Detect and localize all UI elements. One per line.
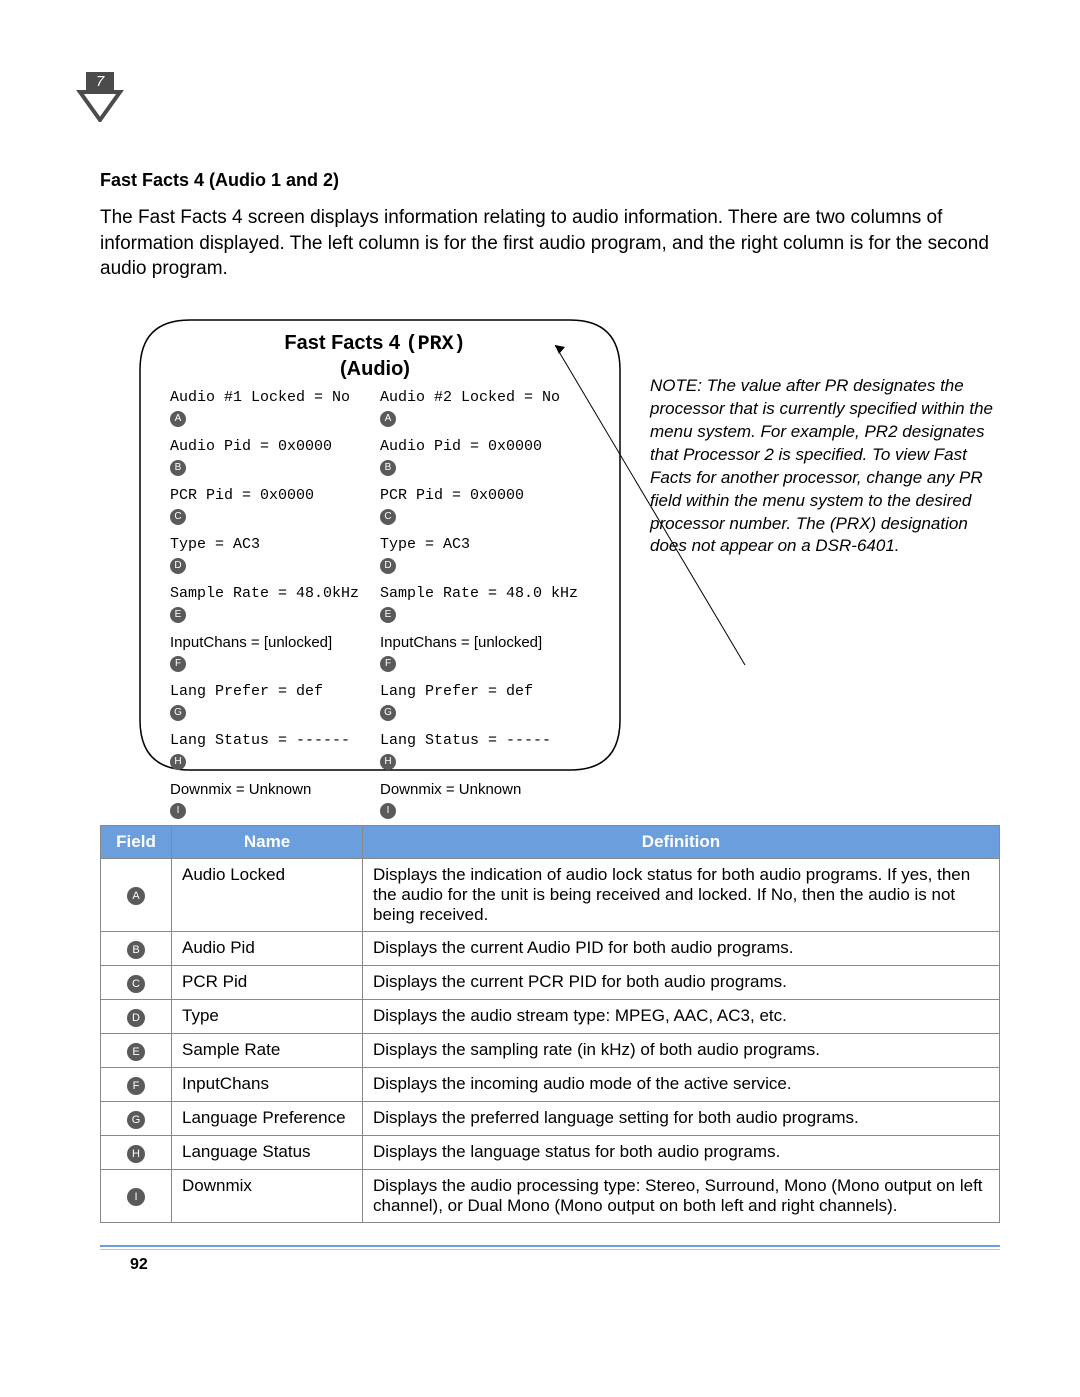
title-prefix: Fast Facts 4 [284,332,405,354]
screen-columns: Audio #1 Locked = No A Audio Pid = 0x000… [170,389,580,830]
th-def: Definition [363,825,1000,858]
row-def: Displays the current PCR PID for both au… [363,965,1000,999]
audio-column-1: Audio #1 Locked = No A Audio Pid = 0x000… [170,389,370,830]
th-name: Name [172,825,363,858]
row-name: InputChans [172,1067,363,1101]
marker-g: G [170,705,186,721]
audio1-downmix: Downmix = Unknown [170,781,370,798]
audio2-langpref: Lang Prefer = def [380,683,580,700]
screen-inner: Fast Facts 4 (PRX) (Audio) Audio #1 Lock… [170,332,580,750]
table-row: B Audio Pid Displays the current Audio P… [101,931,1000,965]
cell-marker: A [127,887,145,905]
row-name: Audio Locked [172,858,363,931]
screen-figure: Fast Facts 4 (PRX) (Audio) Audio #1 Lock… [130,310,620,780]
row-def: Displays the audio processing type: Ster… [363,1169,1000,1222]
marker-g2: G [380,705,396,721]
audio2-pid: Audio Pid = 0x0000 [380,438,580,455]
audio2-langstat: Lang Status = ----- [380,732,580,749]
section-title: Fast Facts 4 (Audio 1 and 2) [100,170,1000,191]
row-def: Displays the incoming audio mode of the … [363,1067,1000,1101]
page-number: 92 [130,1256,1000,1274]
table-row: F InputChans Displays the incoming audio… [101,1067,1000,1101]
cell-marker: G [127,1111,145,1129]
table-row: C PCR Pid Displays the current PCR PID f… [101,965,1000,999]
audio2-input: InputChans = [unlocked] [380,634,580,651]
marker-d: D [170,558,186,574]
audio1-langstat: Lang Status = ------ [170,732,370,749]
audio-column-2: Audio #2 Locked = No A Audio Pid = 0x000… [380,389,580,830]
cell-marker: E [127,1043,145,1061]
marker-c: C [170,509,186,525]
marker-a: A [170,411,186,427]
table-row: I Downmix Displays the audio processing … [101,1169,1000,1222]
footer-rule [100,1245,1000,1250]
chapter-badge: 7 [75,72,125,122]
row-name: Language Preference [172,1101,363,1135]
title-prx: (PRX) [406,333,466,356]
fast-facts-title: Fast Facts 4 (PRX) [170,332,580,356]
audio2-locked: Audio #2 Locked = No [380,389,580,406]
th-field: Field [101,825,172,858]
row-name: Language Status [172,1135,363,1169]
table-row: E Sample Rate Displays the sampling rate… [101,1033,1000,1067]
marker-b2: B [380,460,396,476]
audio1-pid: Audio Pid = 0x0000 [170,438,370,455]
figure-wrap: Fast Facts 4 (PRX) (Audio) Audio #1 Lock… [100,310,1000,780]
marker-i2: I [380,803,396,819]
cell-marker: I [127,1188,145,1206]
row-def: Displays the sampling rate (in kHz) of b… [363,1033,1000,1067]
audio1-langpref: Lang Prefer = def [170,683,370,700]
row-def: Displays the current Audio PID for both … [363,931,1000,965]
row-name: Type [172,999,363,1033]
marker-e2: E [380,607,396,623]
row-def: Displays the preferred language setting … [363,1101,1000,1135]
prx-note: NOTE: The value after PR designates the … [650,310,1000,559]
table-row: A Audio Locked Displays the indication o… [101,858,1000,931]
row-def: Displays the language status for both au… [363,1135,1000,1169]
marker-f: F [170,656,186,672]
audio1-input: InputChans = [unlocked] [170,634,370,651]
marker-e: E [170,607,186,623]
page: 7 Fast Facts 4 (Audio 1 and 2) The Fast … [0,0,1080,1397]
marker-f2: F [380,656,396,672]
cell-marker: D [127,1009,145,1027]
table-row: G Language Preference Displays the prefe… [101,1101,1000,1135]
audio1-type: Type = AC3 [170,536,370,553]
marker-c2: C [380,509,396,525]
chapter-number: 7 [75,72,125,98]
marker-a2: A [380,411,396,427]
fast-facts-subtitle: (Audio) [170,358,580,381]
row-name: Audio Pid [172,931,363,965]
marker-i: I [170,803,186,819]
cell-marker: H [127,1145,145,1163]
definition-table: Field Name Definition A Audio Locked Dis… [100,825,1000,1223]
marker-d2: D [380,558,396,574]
marker-b: B [170,460,186,476]
intro-paragraph: The Fast Facts 4 screen displays informa… [100,205,1000,282]
row-name: Sample Rate [172,1033,363,1067]
audio2-pcr: PCR Pid = 0x0000 [380,487,580,504]
audio2-downmix: Downmix = Unknown [380,781,580,798]
audio1-pcr: PCR Pid = 0x0000 [170,487,370,504]
cell-marker: F [127,1077,145,1095]
audio1-locked: Audio #1 Locked = No [170,389,370,406]
row-name: PCR Pid [172,965,363,999]
table-row: H Language Status Displays the language … [101,1135,1000,1169]
cell-marker: B [127,941,145,959]
marker-h: H [170,754,186,770]
audio1-sample: Sample Rate = 48.0kHz [170,585,370,602]
audio2-type: Type = AC3 [380,536,580,553]
row-name: Downmix [172,1169,363,1222]
audio2-sample: Sample Rate = 48.0 kHz [380,585,580,602]
cell-marker: C [127,975,145,993]
table-row: D Type Displays the audio stream type: M… [101,999,1000,1033]
row-def: Displays the indication of audio lock st… [363,858,1000,931]
marker-h2: H [380,754,396,770]
row-def: Displays the audio stream type: MPEG, AA… [363,999,1000,1033]
